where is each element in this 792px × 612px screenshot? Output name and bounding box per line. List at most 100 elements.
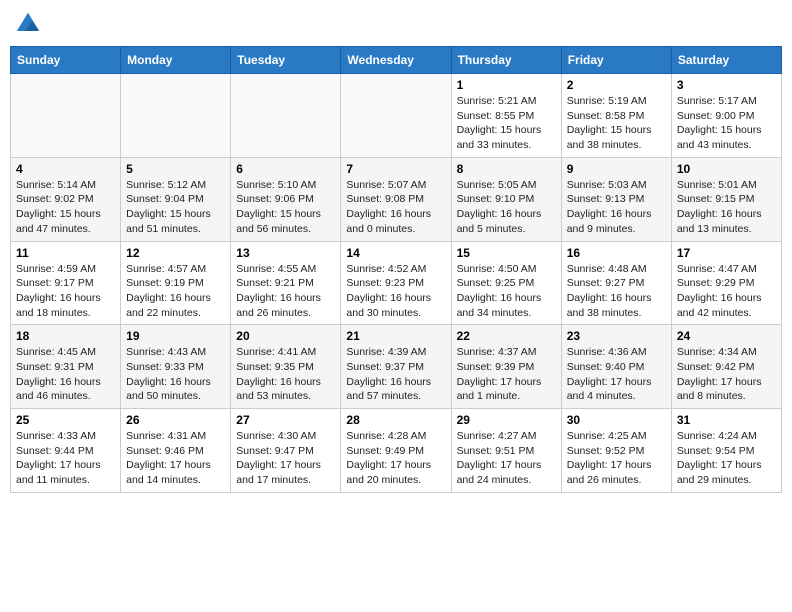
day-number: 17: [677, 246, 776, 260]
calendar-cell: 1 Sunrise: 5:21 AM Sunset: 8:55 PM Daylig…: [451, 74, 561, 158]
day-info: Sunrise: 4:39 AM Sunset: 9:37 PM Dayligh…: [346, 345, 445, 404]
calendar-cell: 26 Sunrise: 4:31 AM Sunset: 9:46 PM Dayli…: [121, 409, 231, 493]
day-info: Sunrise: 4:34 AM Sunset: 9:42 PM Dayligh…: [677, 345, 776, 404]
calendar-cell: [231, 74, 341, 158]
calendar-cell: 6 Sunrise: 5:10 AM Sunset: 9:06 PM Daylig…: [231, 157, 341, 241]
day-number: 21: [346, 329, 445, 343]
calendar-cell: 21 Sunrise: 4:39 AM Sunset: 9:37 PM Dayli…: [341, 325, 451, 409]
day-info: Sunrise: 4:59 AM Sunset: 9:17 PM Dayligh…: [16, 262, 115, 321]
day-number: 30: [567, 413, 666, 427]
calendar-cell: 5 Sunrise: 5:12 AM Sunset: 9:04 PM Daylig…: [121, 157, 231, 241]
calendar-table: SundayMondayTuesdayWednesdayThursdayFrid…: [10, 46, 782, 493]
day-info: Sunrise: 5:21 AM Sunset: 8:55 PM Dayligh…: [457, 94, 556, 153]
week-row-2: 4 Sunrise: 5:14 AM Sunset: 9:02 PM Daylig…: [11, 157, 782, 241]
day-number: 1: [457, 78, 556, 92]
day-info: Sunrise: 4:25 AM Sunset: 9:52 PM Dayligh…: [567, 429, 666, 488]
day-number: 13: [236, 246, 335, 260]
day-info: Sunrise: 5:01 AM Sunset: 9:15 PM Dayligh…: [677, 178, 776, 237]
day-number: 27: [236, 413, 335, 427]
day-info: Sunrise: 4:55 AM Sunset: 9:21 PM Dayligh…: [236, 262, 335, 321]
weekday-header-thursday: Thursday: [451, 47, 561, 74]
day-number: 9: [567, 162, 666, 176]
calendar-cell: 31Sunrise: 4:24 AM Sunset: 9:54 PM Dayli…: [671, 409, 781, 493]
day-number: 4: [16, 162, 115, 176]
day-info: Sunrise: 4:33 AM Sunset: 9:44 PM Dayligh…: [16, 429, 115, 488]
logo-icon: [14, 10, 42, 38]
day-info: Sunrise: 5:05 AM Sunset: 9:10 PM Dayligh…: [457, 178, 556, 237]
week-row-3: 11 Sunrise: 4:59 AM Sunset: 9:17 PM Dayli…: [11, 241, 782, 325]
calendar-cell: 14Sunrise: 4:52 AM Sunset: 9:23 PM Dayli…: [341, 241, 451, 325]
weekday-header-tuesday: Tuesday: [231, 47, 341, 74]
day-number: 20: [236, 329, 335, 343]
day-info: Sunrise: 5:10 AM Sunset: 9:06 PM Dayligh…: [236, 178, 335, 237]
day-number: 7: [346, 162, 445, 176]
calendar-cell: 24 Sunrise: 4:34 AM Sunset: 9:42 PM Dayli…: [671, 325, 781, 409]
calendar-cell: 15 Sunrise: 4:50 AM Sunset: 9:25 PM Dayli…: [451, 241, 561, 325]
calendar-cell: 12Sunrise: 4:57 AM Sunset: 9:19 PM Dayli…: [121, 241, 231, 325]
day-number: 28: [346, 413, 445, 427]
calendar-cell: 22 Sunrise: 4:37 AM Sunset: 9:39 PM Dayli…: [451, 325, 561, 409]
day-info: Sunrise: 5:12 AM Sunset: 9:04 PM Dayligh…: [126, 178, 225, 237]
day-info: Sunrise: 4:45 AM Sunset: 9:31 PM Dayligh…: [16, 345, 115, 404]
day-number: 6: [236, 162, 335, 176]
calendar-cell: 20 Sunrise: 4:41 AM Sunset: 9:35 PM Dayli…: [231, 325, 341, 409]
day-number: 23: [567, 329, 666, 343]
calendar-cell: 19 Sunrise: 4:43 AM Sunset: 9:33 PM Dayli…: [121, 325, 231, 409]
day-info: Sunrise: 4:50 AM Sunset: 9:25 PM Dayligh…: [457, 262, 556, 321]
day-info: Sunrise: 4:30 AM Sunset: 9:47 PM Dayligh…: [236, 429, 335, 488]
calendar-cell: 9 Sunrise: 5:03 AM Sunset: 9:13 PM Daylig…: [561, 157, 671, 241]
calendar-cell: 3 Sunrise: 5:17 AM Sunset: 9:00 PM Daylig…: [671, 74, 781, 158]
day-info: Sunrise: 4:43 AM Sunset: 9:33 PM Dayligh…: [126, 345, 225, 404]
calendar-cell: [121, 74, 231, 158]
calendar-cell: 16Sunrise: 4:48 AM Sunset: 9:27 PM Dayli…: [561, 241, 671, 325]
weekday-header-saturday: Saturday: [671, 47, 781, 74]
weekday-header-friday: Friday: [561, 47, 671, 74]
calendar-cell: 11 Sunrise: 4:59 AM Sunset: 9:17 PM Dayli…: [11, 241, 121, 325]
day-number: 3: [677, 78, 776, 92]
calendar-cell: 17 Sunrise: 4:47 AM Sunset: 9:29 PM Dayli…: [671, 241, 781, 325]
day-number: 14: [346, 246, 445, 260]
day-info: Sunrise: 4:36 AM Sunset: 9:40 PM Dayligh…: [567, 345, 666, 404]
day-info: Sunrise: 4:28 AM Sunset: 9:49 PM Dayligh…: [346, 429, 445, 488]
page-header: [10, 10, 782, 38]
day-number: 18: [16, 329, 115, 343]
calendar-cell: 29 Sunrise: 4:27 AM Sunset: 9:51 PM Dayli…: [451, 409, 561, 493]
day-number: 26: [126, 413, 225, 427]
day-info: Sunrise: 4:24 AM Sunset: 9:54 PM Dayligh…: [677, 429, 776, 488]
day-number: 5: [126, 162, 225, 176]
day-info: Sunrise: 4:31 AM Sunset: 9:46 PM Dayligh…: [126, 429, 225, 488]
weekday-header-row: SundayMondayTuesdayWednesdayThursdayFrid…: [11, 47, 782, 74]
logo: [14, 10, 46, 38]
weekday-header-sunday: Sunday: [11, 47, 121, 74]
calendar-cell: [11, 74, 121, 158]
day-info: Sunrise: 4:47 AM Sunset: 9:29 PM Dayligh…: [677, 262, 776, 321]
day-number: 25: [16, 413, 115, 427]
day-info: Sunrise: 5:17 AM Sunset: 9:00 PM Dayligh…: [677, 94, 776, 153]
day-info: Sunrise: 4:37 AM Sunset: 9:39 PM Dayligh…: [457, 345, 556, 404]
day-info: Sunrise: 5:14 AM Sunset: 9:02 PM Dayligh…: [16, 178, 115, 237]
day-number: 24: [677, 329, 776, 343]
calendar-cell: 10 Sunrise: 5:01 AM Sunset: 9:15 PM Dayli…: [671, 157, 781, 241]
day-number: 19: [126, 329, 225, 343]
day-info: Sunrise: 4:57 AM Sunset: 9:19 PM Dayligh…: [126, 262, 225, 321]
day-info: Sunrise: 4:27 AM Sunset: 9:51 PM Dayligh…: [457, 429, 556, 488]
calendar-cell: 18 Sunrise: 4:45 AM Sunset: 9:31 PM Dayli…: [11, 325, 121, 409]
week-row-5: 25 Sunrise: 4:33 AM Sunset: 9:44 PM Dayli…: [11, 409, 782, 493]
weekday-header-wednesday: Wednesday: [341, 47, 451, 74]
day-info: Sunrise: 4:41 AM Sunset: 9:35 PM Dayligh…: [236, 345, 335, 404]
day-info: Sunrise: 5:07 AM Sunset: 9:08 PM Dayligh…: [346, 178, 445, 237]
weekday-header-monday: Monday: [121, 47, 231, 74]
calendar-cell: 2Sunrise: 5:19 AM Sunset: 8:58 PM Daylig…: [561, 74, 671, 158]
day-number: 10: [677, 162, 776, 176]
day-info: Sunrise: 5:03 AM Sunset: 9:13 PM Dayligh…: [567, 178, 666, 237]
calendar-cell: 7 Sunrise: 5:07 AM Sunset: 9:08 PM Daylig…: [341, 157, 451, 241]
calendar-cell: 23 Sunrise: 4:36 AM Sunset: 9:40 PM Dayli…: [561, 325, 671, 409]
calendar-cell: 8Sunrise: 5:05 AM Sunset: 9:10 PM Daylig…: [451, 157, 561, 241]
week-row-4: 18 Sunrise: 4:45 AM Sunset: 9:31 PM Dayli…: [11, 325, 782, 409]
calendar-cell: 4 Sunrise: 5:14 AM Sunset: 9:02 PM Daylig…: [11, 157, 121, 241]
day-number: 11: [16, 246, 115, 260]
week-row-1: 1 Sunrise: 5:21 AM Sunset: 8:55 PM Daylig…: [11, 74, 782, 158]
day-number: 29: [457, 413, 556, 427]
day-number: 22: [457, 329, 556, 343]
day-number: 15: [457, 246, 556, 260]
